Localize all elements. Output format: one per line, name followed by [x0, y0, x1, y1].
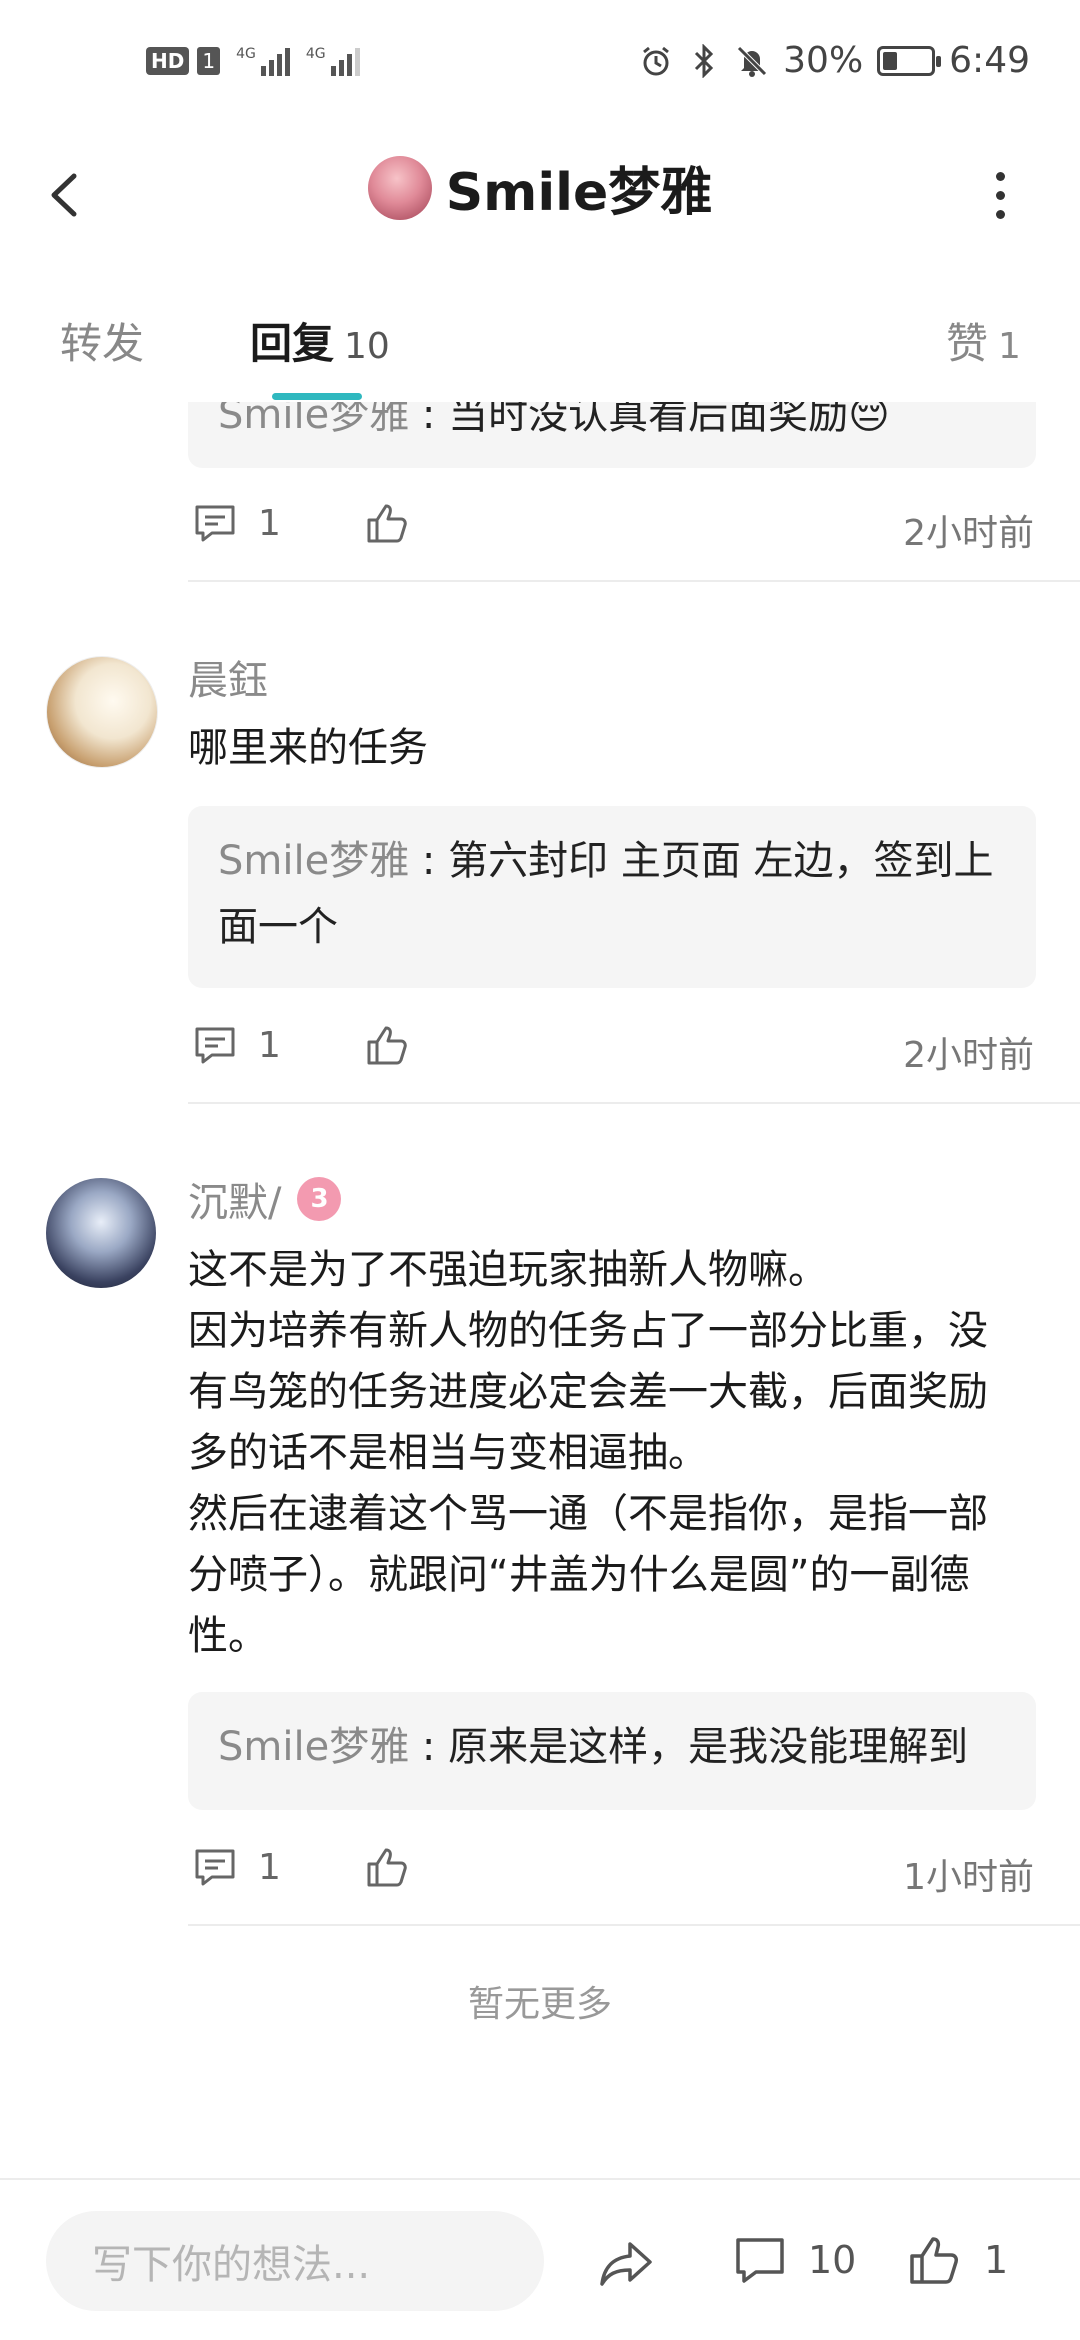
battery-level [883, 51, 898, 70]
tab-likes-count: 1 [998, 326, 1021, 367]
comment-icon [736, 2238, 784, 2283]
comment-time: 1小时前 [903, 1857, 1034, 1898]
tab-replies-label: 回复 [250, 319, 335, 368]
quoted-reply[interactable]: Smile梦雅 : 第六封印 主页面 左边，签到上面一个 [188, 806, 1036, 988]
quoted-reply-separator: : [409, 402, 449, 438]
like-count: 1 [984, 2238, 1009, 2282]
status-bar-right: 30% 6:49 [639, 40, 1030, 81]
reply-count: 1 [258, 502, 281, 544]
commenter-name-row: 沉默/ 3 [188, 1170, 342, 1228]
hd-badge: HD [146, 47, 190, 75]
comment-text-line: 这不是为了不强迫玩家抽新人物嘛。 [188, 1247, 828, 1293]
comment-text-line: 性。 [188, 1613, 268, 1659]
comment-icon [195, 1849, 235, 1886]
tab-bar [0, 290, 1080, 400]
network-type-label-2: 4G [305, 46, 326, 62]
battery-icon [877, 45, 942, 76]
more-options-button[interactable] [980, 160, 1020, 230]
quoted-reply-separator: : [409, 838, 449, 884]
comment-icon [195, 505, 235, 542]
quoted-reply[interactable]: Smile梦雅 : 原来是这样，是我没能理解到 [188, 1692, 1036, 1810]
comment-text-line: 有鸟笼的任务进度必定会差一大截，后面奖励 [188, 1369, 988, 1415]
signal-icon: 4G [236, 46, 290, 76]
tab-likes[interactable]: 赞1 [946, 310, 1021, 371]
like-button[interactable] [364, 1022, 410, 1068]
comment-time: 2小时前 [903, 1035, 1034, 1076]
title-area: Smile梦雅 [0, 150, 1080, 225]
tab-replies[interactable]: 回复 10 [250, 310, 390, 371]
thumbs-up-icon [367, 1026, 407, 1065]
bluetooth-icon [687, 43, 721, 78]
page-title: Smile梦雅 [445, 163, 713, 223]
divider [188, 1924, 1080, 1926]
commenter-avatar[interactable] [46, 1178, 156, 1288]
share-button[interactable] [596, 2232, 656, 2292]
alarm-icon [639, 44, 673, 78]
like-button[interactable] [364, 500, 410, 546]
tab-likes-label: 赞 [946, 319, 989, 368]
quoted-reply-separator: : [409, 1724, 449, 1770]
reply-count: 1 [258, 1846, 281, 1888]
quoted-reply-text: 当时没认真看后面奖励😔 [448, 402, 890, 438]
quoted-reply-author[interactable]: Smile梦雅 [218, 402, 409, 438]
thumbs-up-icon [367, 504, 407, 543]
comment-reply-button[interactable]: 1 [192, 1844, 281, 1890]
comment-text-line: 然后在逮着这个骂一通（不是指你，是指一部 [188, 1491, 988, 1537]
like-button[interactable] [364, 1844, 410, 1890]
sim-badge: 1 [197, 47, 221, 75]
tab-forward-label: 转发 [60, 319, 145, 368]
commenter-name[interactable]: 沉默/ [188, 1170, 281, 1228]
reply-count: 1 [258, 1024, 281, 1066]
comment-reply-button[interactable]: 1 [192, 1022, 281, 1068]
tab-replies-count: 10 [344, 326, 390, 367]
comment-reply-button[interactable]: 1 [192, 500, 281, 546]
thumbs-up-icon [910, 2237, 958, 2284]
status-bar-left: HD 1 4G 4G [146, 46, 360, 76]
divider [188, 580, 1080, 582]
no-more-label: 暂无更多 [467, 1984, 612, 2025]
comment-time: 2小时前 [903, 513, 1034, 554]
commenter-avatar[interactable] [46, 656, 158, 768]
comment-text: 哪里来的任务 [188, 725, 428, 771]
comment-clip: Smile梦雅 : 当时没认真看后面奖励😔 [0, 402, 1080, 468]
battery-percent: 30% [783, 40, 864, 81]
divider [188, 1102, 1080, 1104]
network-type-label: 4G [236, 46, 256, 62]
comment-text-line: 分喷子）。就跟问“井盖为什么是圆”的一副德 [188, 1552, 970, 1598]
quoted-reply[interactable]: Smile梦雅 : 当时没认真看后面奖励😔 [188, 402, 1036, 468]
quoted-reply-author[interactable]: Smile梦雅 [218, 838, 409, 884]
commenter-name[interactable]: 晨鈺 [188, 648, 268, 706]
like-post-button[interactable]: 1 [906, 2232, 1008, 2288]
quoted-reply-text: 原来是这样，是我没能理解到 [448, 1724, 969, 1770]
tab-forward[interactable]: 转发 [60, 310, 144, 371]
user-avatar[interactable] [367, 155, 432, 220]
comment-text-line: 因为培养有新人物的任务占了一部分比重，没 [188, 1308, 988, 1354]
level-badge: 3 [297, 1177, 342, 1221]
mute-bell-icon [735, 44, 769, 78]
clock: 6:49 [949, 40, 1030, 81]
comment-icon [195, 1027, 235, 1064]
comments-button[interactable]: 10 [732, 2232, 856, 2288]
signal-icon-2: 4G [306, 46, 360, 76]
tab-indicator [272, 393, 362, 400]
share-arrow-icon [600, 2242, 652, 2286]
comment-text: 这不是为了不强迫玩家抽新人物嘛。 因为培养有新人物的任务占了一部分比重，没 有鸟… [188, 1240, 1048, 1667]
quoted-reply-author[interactable]: Smile梦雅 [218, 1724, 409, 1770]
thumbs-up-icon [367, 1848, 407, 1887]
comment-input-placeholder: 写下你的想法... [92, 2242, 371, 2288]
comment-text-line: 多的话不是相当与变相逼抽。 [188, 1430, 708, 1476]
comment-input[interactable]: 写下你的想法... [46, 2211, 544, 2311]
comment-count: 10 [808, 2238, 857, 2282]
